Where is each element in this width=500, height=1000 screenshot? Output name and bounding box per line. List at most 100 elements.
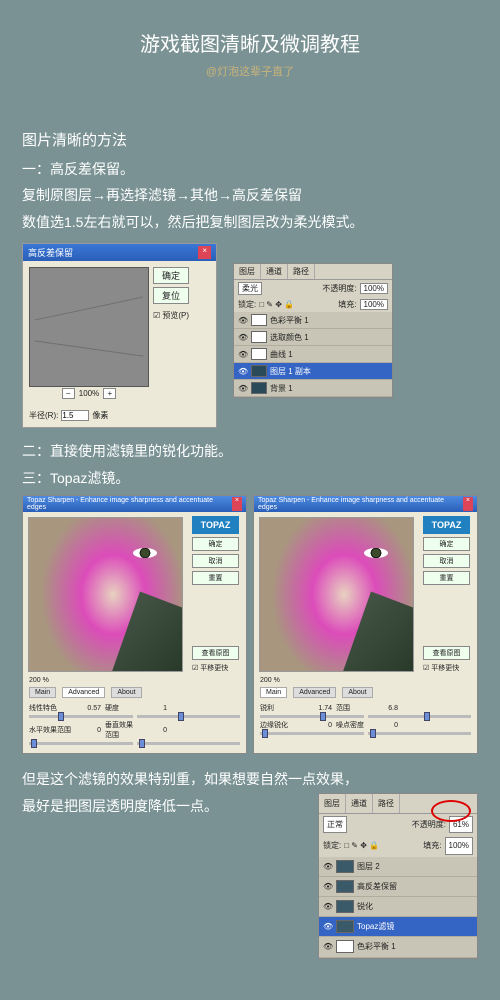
fill-value[interactable]: 100% [445,837,473,854]
method-1-note: 数值选1.5左右就可以，然后把复制图层改为柔光模式。 [22,209,478,236]
tab-advanced[interactable]: Advanced [293,687,336,698]
footer-line-1: 但是这个滤镜的效果特别重，如果想要自然一点效果， [22,766,478,793]
tab-layers[interactable]: 图层 [319,794,346,813]
slider-label: 噪点密度 [336,720,370,730]
zoom-in-button[interactable]: + [103,388,116,399]
layers-panel-opacity: 图层 通道 路径 正常 不透明度: 61% 锁定: □ ✎ ✥ 🔒 填充: 10… [318,793,478,959]
reset-button[interactable]: 复位 [153,287,189,304]
opacity-value[interactable]: 100% [360,283,388,294]
section-heading: 图片清晰的方法 [22,127,478,156]
ok-button[interactable]: 确定 [153,267,189,284]
topaz-dialog-main: Topaz Sharpen - Enhance image sharpness … [253,495,478,754]
close-icon[interactable]: × [232,497,242,511]
fast-pan-checkbox[interactable]: ☑ 平移更快 [423,663,470,673]
topaz-title: Topaz Sharpen - Enhance image sharpness … [258,497,463,511]
layer-item[interactable]: 👁Topaz滤镜 [319,917,477,937]
highlight-circle-icon [431,800,471,822]
method-1-steps: 复制原图层→再选择滤镜→其他→高反差保留 [22,182,478,209]
slider[interactable] [368,732,472,735]
topaz-logo: TOPAZ [192,516,239,534]
layer-item[interactable]: 👁高反差保留 [319,877,477,897]
layer-item[interactable]: 👁色彩平衡 1 [234,312,392,329]
slider[interactable] [29,742,133,745]
tab-paths[interactable]: 路径 [373,794,400,813]
tab-paths[interactable]: 路径 [288,264,315,279]
layer-item[interactable]: 👁背景 1 [234,380,392,397]
tab-main[interactable]: Main [29,687,56,698]
tab-about[interactable]: About [111,687,141,698]
slider-label: 水平效果范围 [29,725,73,735]
layer-item[interactable]: 👁图层 2 [319,857,477,877]
layer-item[interactable]: 👁色彩平衡 1 [319,937,477,957]
topaz-preview [28,517,183,672]
eye-icon[interactable]: 👁 [323,939,333,954]
slider[interactable] [260,732,364,735]
layer-item[interactable]: 👁选取颜色 1 [234,329,392,346]
opacity-label: 不透明度: [322,283,356,294]
high-pass-dialog: 高反差保留 × − 100% + 确定 复位 ☑ 预览(P) 半径(R): 像素 [22,243,217,428]
close-icon[interactable]: × [463,497,473,511]
cancel-button[interactable]: 取消 [192,554,239,568]
footer-line-2: 最好是把图层透明度降低一点。 [22,793,312,820]
radius-label: 半径(R): [29,410,58,421]
view-original-button[interactable]: 查看原图 [192,646,239,660]
zoom-percent: 100% [79,389,99,398]
eye-icon[interactable]: 👁 [323,859,333,874]
ok-button[interactable]: 确定 [423,537,470,551]
topaz-dialog-advanced: Topaz Sharpen - Enhance image sharpness … [22,495,247,754]
tab-channels[interactable]: 通道 [261,264,288,279]
topaz-logo: TOPAZ [423,516,470,534]
slider-label: 硬度 [105,703,139,713]
method-2: 二：直接使用滤镜里的锐化功能。 [22,438,478,465]
cancel-button[interactable]: 取消 [423,554,470,568]
eye-icon[interactable]: 👁 [323,899,333,914]
layer-item[interactable]: 👁锐化 [319,897,477,917]
reset-button[interactable]: 重置 [423,571,470,585]
tab-about[interactable]: About [342,687,372,698]
eye-icon[interactable]: 👁 [238,384,248,393]
tab-advanced[interactable]: Advanced [62,687,105,698]
slider-label: 线性特色 [29,703,73,713]
author-credit: @灯泡这辈子直了 [0,63,500,79]
eye-icon[interactable]: 👁 [238,350,248,359]
topaz-preview [259,517,414,672]
slider-label: 锐利 [260,703,304,713]
tab-layers[interactable]: 图层 [234,264,261,279]
fill-value[interactable]: 100% [360,299,388,310]
ok-button[interactable]: 确定 [192,537,239,551]
eye-icon[interactable]: 👁 [323,919,333,934]
layers-panel: 图层 通道 路径 柔光 不透明度: 100% 锁定: □ ✎ ✥ 🔒 填充: 1… [233,263,393,398]
reset-button[interactable]: 重置 [192,571,239,585]
eye-icon[interactable]: 👁 [238,367,248,376]
preview-checkbox[interactable]: ☑ 预览(P) [153,310,189,321]
radius-unit: 像素 [92,410,108,421]
eye-icon[interactable]: 👁 [238,316,248,325]
blend-mode-select[interactable]: 柔光 [238,282,262,295]
slider[interactable] [29,715,133,718]
close-icon[interactable]: × [198,246,211,259]
hp-dialog-title: 高反差保留 [28,246,73,259]
eye-icon[interactable]: 👁 [238,333,248,342]
lock-label: 锁定: [238,299,256,310]
topaz-title: Topaz Sharpen - Enhance image sharpness … [27,497,232,511]
slider[interactable] [137,742,241,745]
layer-item[interactable]: 👁曲线 1 [234,346,392,363]
tab-channels[interactable]: 通道 [346,794,373,813]
zoom-out-button[interactable]: − [62,388,75,399]
slider-label: 垂直效果范围 [105,720,139,740]
fast-pan-checkbox[interactable]: ☑ 平移更快 [192,663,239,673]
fill-label: 填充: [423,838,441,853]
tab-main[interactable]: Main [260,687,287,698]
blend-mode-select[interactable]: 正常 [323,816,347,833]
slider[interactable] [137,715,241,718]
topaz-zoom: 200 % [254,677,477,687]
slider[interactable] [260,715,364,718]
radius-input[interactable] [61,410,89,421]
lock-label: 锁定: [323,838,341,853]
eye-icon[interactable]: 👁 [323,879,333,894]
method-1-label: 一：高反差保留。 [22,156,478,183]
layer-item[interactable]: 👁图层 1 副本 [234,363,392,380]
view-original-button[interactable]: 查看原图 [423,646,470,660]
topaz-zoom: 200 % [23,677,246,687]
slider[interactable] [368,715,472,718]
